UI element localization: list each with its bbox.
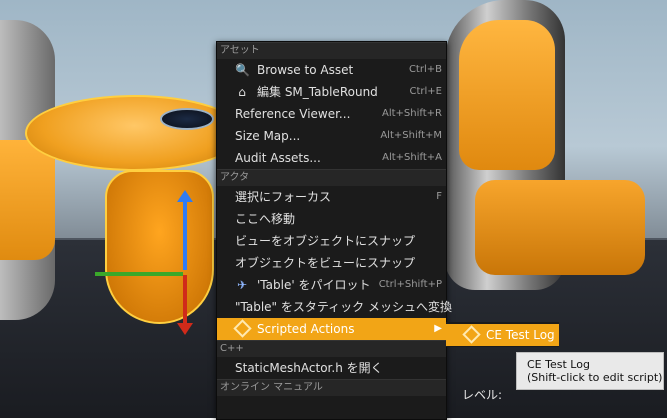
scripted-actions-item[interactable]: Scripted Actions ▶: [217, 318, 446, 340]
move-here-item[interactable]: ここへ移動: [217, 208, 446, 230]
audit-assets-item[interactable]: Audit Assets... Alt+Shift+A: [217, 147, 446, 169]
open-header-item[interactable]: StaticMeshActor.h を開く: [217, 357, 446, 379]
submenu-arrow-icon: ▶: [434, 323, 442, 334]
table-plate: [160, 108, 214, 130]
size-map-item[interactable]: Size Map... Alt+Shift+M: [217, 125, 446, 147]
snap-view-to-object-item[interactable]: ビューをオブジェクトにスナップ: [217, 230, 446, 252]
gizmo-y-axis[interactable]: [95, 272, 183, 276]
shortcut-label: Ctrl+E: [409, 86, 443, 97]
edit-asset-item[interactable]: ⌂ 編集 SM_TableRound Ctrl+E: [217, 81, 446, 103]
shortcut-label: Ctrl+Shift+P: [378, 279, 442, 290]
table-top[interactable]: [25, 95, 244, 171]
shortcut-label: Alt+Shift+M: [380, 130, 442, 141]
airplane-icon: ✈: [236, 278, 248, 292]
context-menu: アセット 🔍 Browse to Asset Ctrl+B ⌂ 編集 SM_Ta…: [216, 41, 452, 420]
pilot-actor-item[interactable]: ✈ 'Table' をパイロット Ctrl+Shift+P: [217, 274, 446, 296]
browse-to-asset-item[interactable]: 🔍 Browse to Asset Ctrl+B: [217, 59, 446, 81]
section-online-manual: オンライン マニュアル: [217, 379, 446, 396]
scripted-actions-submenu: CE Test Log: [446, 322, 559, 347]
diamond-icon: [232, 319, 252, 338]
gizmo-x-axis[interactable]: [177, 275, 193, 335]
section-asset: アセット: [217, 42, 446, 59]
diamond-icon: [461, 325, 481, 344]
convert-to-static-mesh-item[interactable]: "Table" をスタティック メッシュへ変換: [217, 296, 452, 318]
level-label: レベル:: [462, 388, 503, 402]
magnifier-icon: 🔍: [235, 63, 250, 77]
tooltip: CE Test Log (Shift-click to edit script): [516, 352, 664, 390]
table-leg: [105, 170, 214, 324]
snap-object-to-view-item[interactable]: オブジェクトをビューにスナップ: [217, 252, 446, 274]
tooltip-title: CE Test Log: [527, 358, 590, 371]
chair-right: [445, 0, 667, 300]
section-cpp: C++: [217, 340, 446, 357]
shortcut-label: Alt+Shift+A: [382, 152, 442, 163]
shortcut-label: F: [436, 191, 442, 202]
reference-viewer-item[interactable]: Reference Viewer... Alt+Shift+R: [217, 103, 446, 125]
tooltip-hint: (Shift-click to edit script): [527, 371, 663, 384]
chair-left: [0, 20, 55, 320]
ce-test-log-item[interactable]: CE Test Log: [446, 324, 559, 346]
focus-selection-item[interactable]: 選択にフォーカス F: [217, 186, 446, 208]
house-icon: ⌂: [238, 85, 246, 99]
shortcut-label: Ctrl+B: [408, 64, 442, 75]
shortcut-label: Alt+Shift+R: [382, 108, 442, 119]
gizmo-z-axis[interactable]: [177, 190, 193, 270]
section-actor: アクタ: [217, 169, 446, 186]
